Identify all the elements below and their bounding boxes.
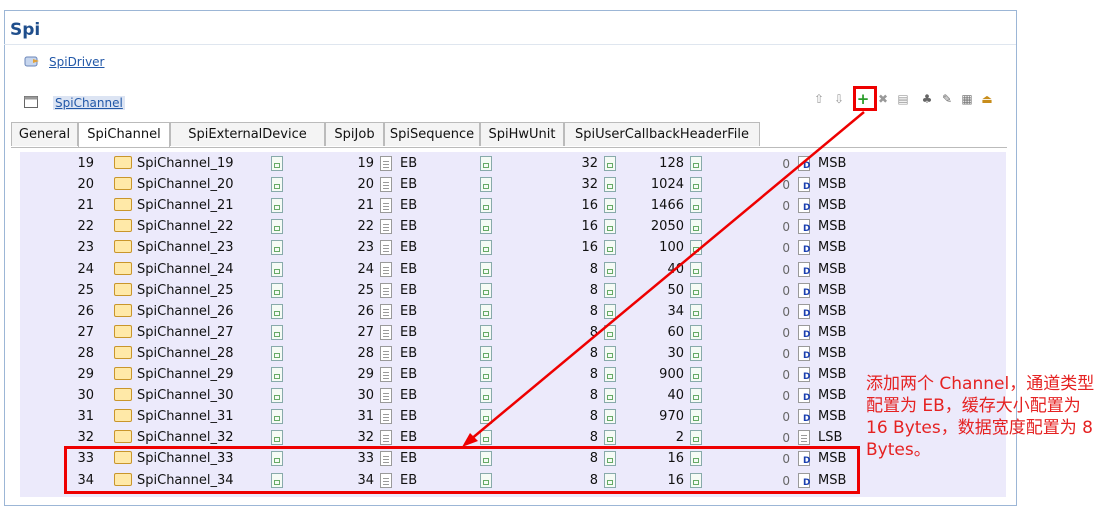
annotation-text: 添加两个 Channel，通道类型配置为 EB，缓存大小配置为 16 Bytes… bbox=[866, 374, 1095, 460]
